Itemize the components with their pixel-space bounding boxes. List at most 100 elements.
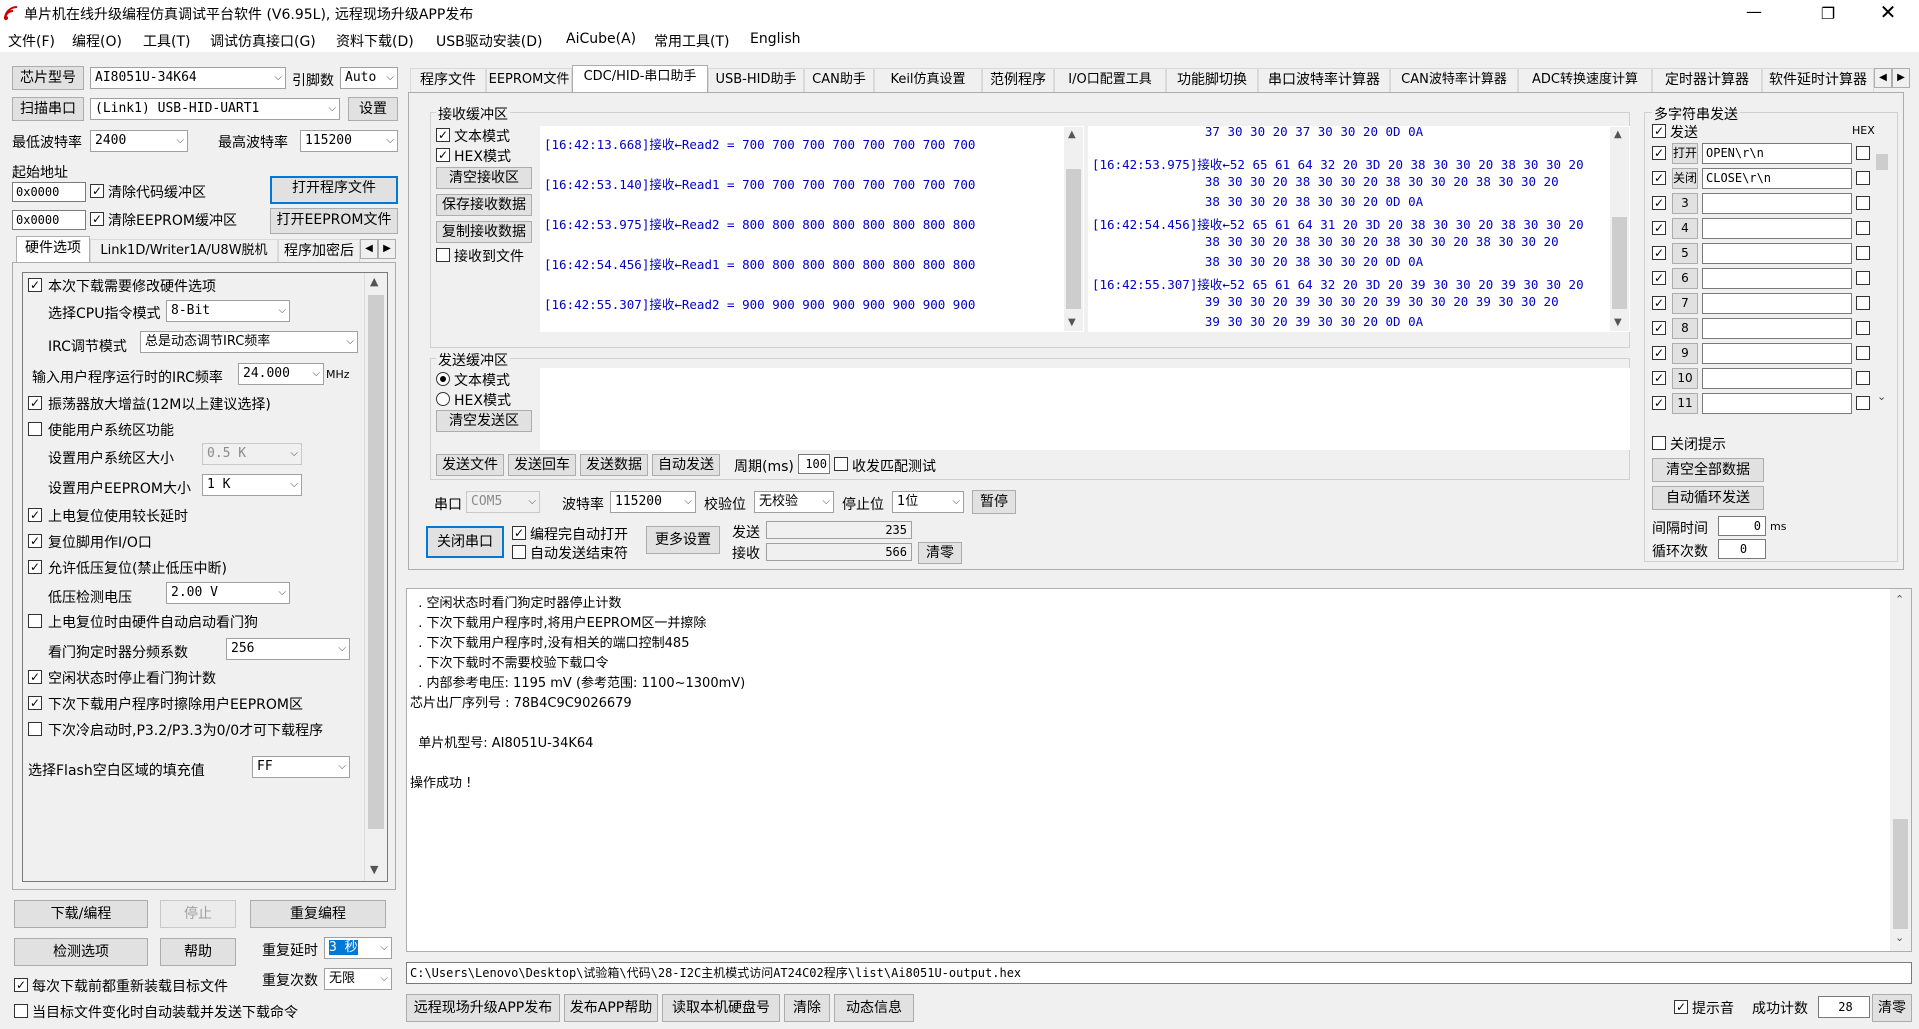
open-program-file-button[interactable]: 打开程序文件: [270, 176, 398, 204]
rx-hex-mode-checkbox[interactable]: ✓: [436, 148, 450, 162]
tab-pin-switch[interactable]: 功能脚切换: [1166, 68, 1258, 92]
multi-row-send-button[interactable]: 4: [1672, 218, 1698, 239]
user-sys-checkbox[interactable]: [28, 422, 42, 436]
download-program-button[interactable]: 下载/编程: [14, 900, 148, 928]
minimize-icon[interactable]: —: [1742, 2, 1766, 26]
multi-row-hex-checkbox[interactable]: [1856, 396, 1870, 410]
osc-gain-checkbox[interactable]: ✓: [28, 396, 42, 410]
erase-eeprom-checkbox[interactable]: ✓: [28, 696, 42, 710]
repeat-program-button[interactable]: 重复编程: [250, 900, 386, 928]
multi-row-send-button[interactable]: 关闭: [1672, 168, 1698, 189]
tab-adc-calc[interactable]: ADC转换速度计算: [1518, 68, 1652, 92]
multi-row-checkbox[interactable]: ✓: [1652, 221, 1666, 235]
scroll-down-icon[interactable]: ⌄: [1895, 931, 1904, 944]
multi-row-send-button[interactable]: 11: [1672, 393, 1698, 414]
scroll-thumb[interactable]: [1612, 217, 1627, 309]
scroll-up-icon[interactable]: ▲: [370, 275, 378, 288]
menu-usb-driver[interactable]: USB驱动安装(D): [436, 31, 542, 51]
dynamic-info-button[interactable]: 动态信息: [834, 994, 914, 1022]
tab-link1d[interactable]: Link1D/Writer1A/U8W脱机: [90, 239, 278, 263]
clear-eeprom-checkbox[interactable]: ✓: [90, 212, 104, 226]
multi-row-checkbox[interactable]: ✓: [1652, 346, 1666, 360]
parity-select[interactable]: 无校验 ⌵: [754, 491, 834, 513]
menu-download[interactable]: 资料下载(D): [336, 31, 414, 51]
multi-row-hex-checkbox[interactable]: [1856, 371, 1870, 385]
settings-button[interactable]: 设置: [348, 97, 398, 121]
copy-rx-button[interactable]: 复制接收数据: [436, 221, 532, 243]
tab-examples[interactable]: 范例程序: [982, 68, 1054, 92]
tab-cdc-hid-serial[interactable]: CDC/HID-串口助手: [572, 65, 708, 92]
multi-row-send-button[interactable]: 5: [1672, 243, 1698, 264]
multi-row-checkbox[interactable]: ✓: [1652, 271, 1666, 285]
opt-modify-checkbox[interactable]: ✓: [28, 278, 42, 292]
tab-keil[interactable]: Keil仿真设置: [874, 68, 982, 92]
reload-checkbox[interactable]: ✓: [14, 978, 28, 992]
main-tab-scroll-right-icon[interactable]: ▶: [1892, 68, 1910, 88]
multi-row-send-button[interactable]: 7: [1672, 293, 1698, 314]
multi-row-text-input[interactable]: [1702, 343, 1852, 364]
clear-rx-button[interactable]: 清空接收区: [436, 167, 532, 189]
save-rx-button[interactable]: 保存接收数据: [436, 194, 532, 216]
multi-row-hex-checkbox[interactable]: [1856, 296, 1870, 310]
tab-encrypt[interactable]: 程序加密后: [278, 239, 360, 263]
multi-row-send-button[interactable]: 打开: [1672, 143, 1698, 164]
stop-button[interactable]: 停止: [160, 900, 236, 928]
max-baud-select[interactable]: 115200 ⌵: [300, 130, 398, 152]
lvr-checkbox[interactable]: ✓: [28, 560, 42, 574]
multi-row-text-input[interactable]: [1702, 218, 1852, 239]
rx-hex-scrollbar[interactable]: ▲ ▼: [1610, 127, 1629, 331]
min-baud-select[interactable]: 2400 ⌵: [90, 130, 188, 152]
tx-text-mode-radio[interactable]: [436, 372, 450, 386]
hex-file-path[interactable]: C:\Users\Lenovo\Desktop\试验箱\代码\28-I2C主机模…: [406, 962, 1912, 984]
wdt-por-checkbox[interactable]: [28, 614, 42, 628]
tab-scroll-left-icon[interactable]: ◀: [360, 239, 378, 259]
pins-select[interactable]: Auto ⌵: [340, 67, 398, 89]
irc-freq-select[interactable]: 24.000 ⌵: [238, 363, 324, 385]
clear-output-button[interactable]: 清除: [784, 994, 830, 1022]
scroll-up-icon[interactable]: ▲: [1068, 129, 1076, 140]
close-tip-checkbox[interactable]: [1652, 436, 1666, 450]
wdt-div-select[interactable]: 256 ⌵: [226, 638, 350, 660]
user-eeprom-select[interactable]: 1 K ⌵: [202, 474, 302, 496]
port-select[interactable]: (Link1) USB-HID-UART1 ⌵: [90, 98, 340, 120]
multi-row-hex-checkbox[interactable]: [1856, 221, 1870, 235]
por-delay-checkbox[interactable]: ✓: [28, 508, 42, 522]
multi-row-text-input[interactable]: [1702, 243, 1852, 264]
auto-loop-send-button[interactable]: 自动循环发送: [1652, 486, 1764, 510]
interval-input[interactable]: 0: [1718, 516, 1766, 536]
send-file-button[interactable]: 发送文件: [436, 454, 504, 476]
tx-text-area[interactable]: [540, 368, 1630, 450]
tab-io-config[interactable]: I/O口配置工具: [1054, 68, 1166, 92]
menu-tools[interactable]: 工具(T): [143, 31, 190, 51]
multi-row-hex-checkbox[interactable]: [1856, 346, 1870, 360]
auto-send-button[interactable]: 自动发送: [652, 454, 720, 476]
scroll-up-icon[interactable]: ⌃: [1895, 593, 1904, 606]
stop-bits-select[interactable]: 1位 ⌵: [892, 491, 964, 513]
multi-row-checkbox[interactable]: ✓: [1652, 171, 1666, 185]
multi-send-all-checkbox[interactable]: ✓: [1652, 124, 1666, 138]
multi-row-send-button[interactable]: 8: [1672, 318, 1698, 339]
zero-count-button[interactable]: 清零: [918, 542, 962, 564]
scroll-thumb[interactable]: [368, 295, 384, 829]
scroll-down-icon[interactable]: ▼: [1614, 317, 1622, 328]
beep-checkbox[interactable]: ✓: [1674, 1000, 1688, 1014]
tx-hex-mode-radio[interactable]: [436, 392, 450, 406]
restore-icon[interactable]: ❐: [1818, 4, 1838, 24]
chevron-down-icon[interactable]: ⌄: [1877, 390, 1886, 403]
p32-checkbox[interactable]: [28, 722, 42, 736]
pause-button[interactable]: 暂停: [972, 490, 1016, 514]
tab-program-file[interactable]: 程序文件: [410, 68, 486, 92]
tab-scroll-right-icon[interactable]: ▶: [378, 239, 396, 259]
scan-port-button[interactable]: 扫描串口: [12, 97, 84, 121]
clear-code-checkbox[interactable]: ✓: [90, 184, 104, 198]
multi-row-checkbox[interactable]: ✓: [1652, 296, 1666, 310]
success-zero-button[interactable]: 清零: [1872, 994, 1912, 1022]
auto-open-checkbox[interactable]: ✓: [512, 526, 526, 540]
multi-row-text-input[interactable]: [1702, 393, 1852, 414]
send-data-button[interactable]: 发送数据: [580, 454, 648, 476]
more-settings-button[interactable]: 更多设置: [646, 526, 720, 554]
scroll-thumb[interactable]: [1893, 819, 1908, 929]
chip-model-button[interactable]: 芯片型号: [12, 66, 84, 90]
close-serial-button[interactable]: 关闭串口: [426, 526, 504, 558]
multi-row-checkbox[interactable]: ✓: [1652, 321, 1666, 335]
